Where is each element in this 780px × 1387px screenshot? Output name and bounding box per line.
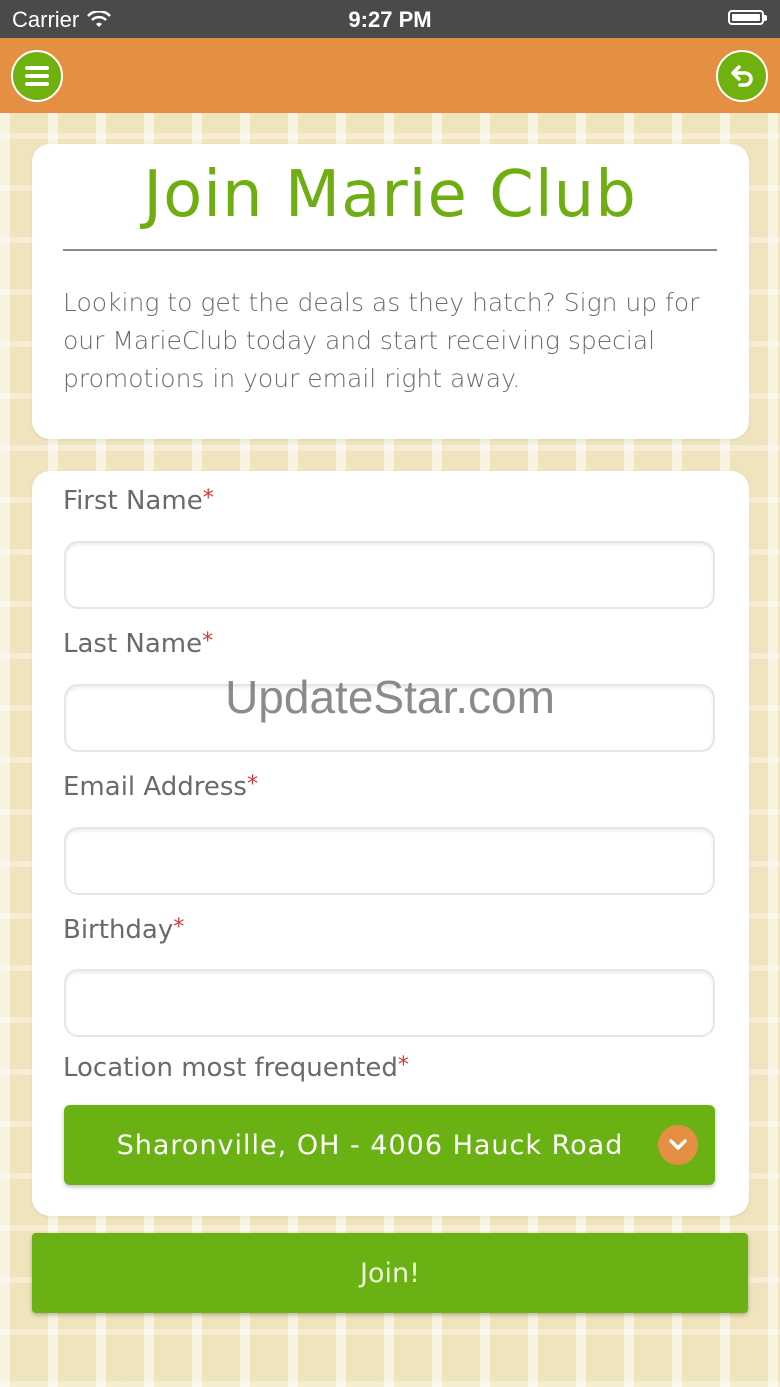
email-input[interactable]	[64, 827, 715, 895]
undo-arrow-icon	[731, 65, 753, 87]
location-select[interactable]: Sharonville, OH - 4006 Hauck Road	[64, 1105, 715, 1185]
email-label: Email Address*	[63, 772, 258, 802]
chevron-down-icon[interactable]	[658, 1125, 698, 1165]
first-name-label: First Name*	[63, 486, 214, 516]
page-title: Join Marie Club	[143, 158, 637, 232]
birthday-label-text: Birthday	[63, 915, 174, 945]
hamburger-menu-icon	[25, 66, 49, 86]
last-name-label: Last Name*	[63, 629, 213, 659]
location-label-text: Location most frequented	[63, 1053, 398, 1083]
intro-description: Looking to get the deals as they hatch? …	[63, 288, 700, 393]
location-selected-value: Sharonville, OH - 4006 Hauck Road	[116, 1129, 624, 1161]
title-divider	[63, 249, 717, 251]
battery-icon	[728, 10, 767, 25]
menu-button[interactable]	[11, 50, 63, 102]
required-mark: *	[173, 915, 185, 940]
required-mark: *	[202, 629, 214, 654]
status-time: 9:27 PM	[348, 7, 432, 32]
last-name-label-text: Last Name	[63, 629, 203, 659]
required-mark: *	[246, 772, 258, 797]
nav-bar	[0, 38, 780, 113]
join-button[interactable]: Join!	[32, 1233, 748, 1313]
birthday-input[interactable]	[64, 969, 715, 1037]
status-bar: Carrier 9:27 PM	[0, 0, 780, 38]
back-button[interactable]	[716, 50, 768, 102]
required-mark: *	[397, 1053, 409, 1078]
birthday-label: Birthday*	[63, 915, 184, 945]
first-name-label-text: First Name	[63, 486, 203, 516]
first-name-input[interactable]	[64, 541, 715, 609]
email-label-text: Email Address	[63, 772, 247, 802]
location-label: Location most frequented*	[63, 1053, 409, 1083]
required-mark: *	[202, 486, 214, 511]
watermark-text: UpdateStar.com	[225, 671, 555, 723]
